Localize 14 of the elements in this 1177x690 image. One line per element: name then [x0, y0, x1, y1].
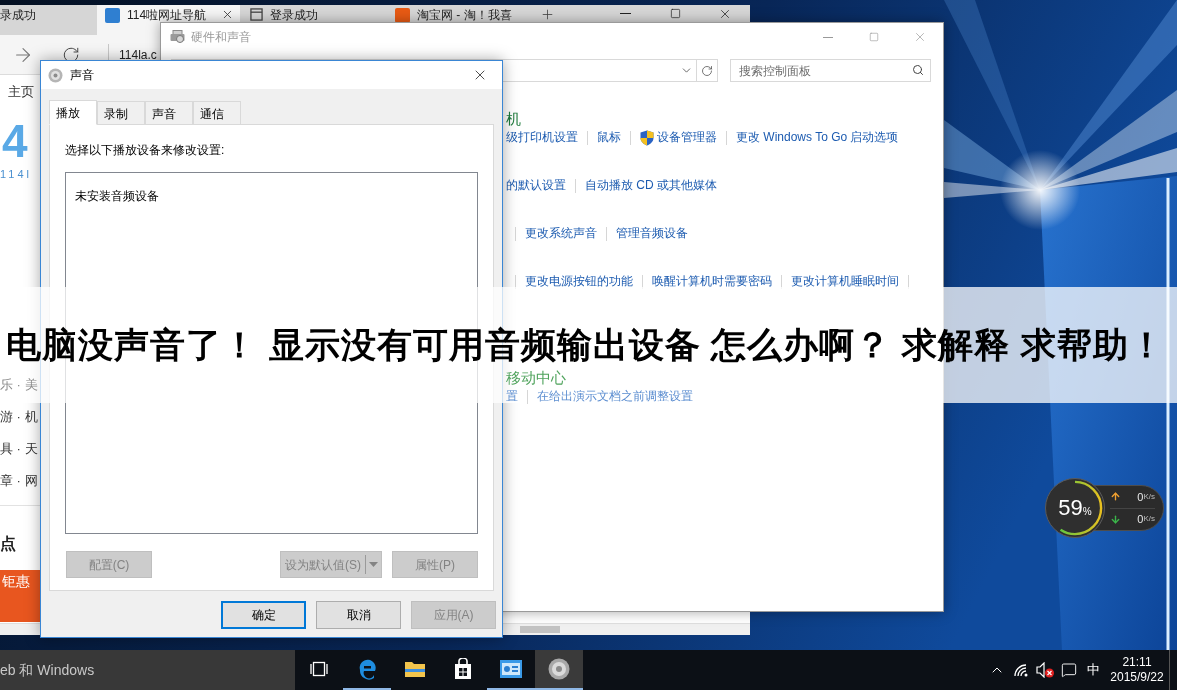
- site-logo: 4: [1, 115, 29, 167]
- speed-unit: K/s: [1143, 513, 1155, 526]
- memory-percent: 59: [1058, 496, 1083, 520]
- section-title: 点: [0, 535, 16, 552]
- dialog-title: 声音: [70, 67, 94, 84]
- instruction-text: 选择以下播放设备来修改设置:: [65, 142, 226, 158]
- speed-value: 0: [1137, 489, 1144, 505]
- caption-text: 电脑没声音了！ 显示没有可用音频输出设备 怎么办啊？ 求解释 求帮助！: [6, 325, 1165, 365]
- ad-text: 钜惠: [2, 573, 30, 589]
- percent-unit: %: [1082, 505, 1092, 519]
- empty-list-text: 未安装音频设备: [75, 189, 159, 203]
- site-logo-text: 114l: [0, 167, 33, 181]
- speed-unit: K/s: [1143, 490, 1155, 503]
- speed-value: 0: [1137, 512, 1144, 527]
